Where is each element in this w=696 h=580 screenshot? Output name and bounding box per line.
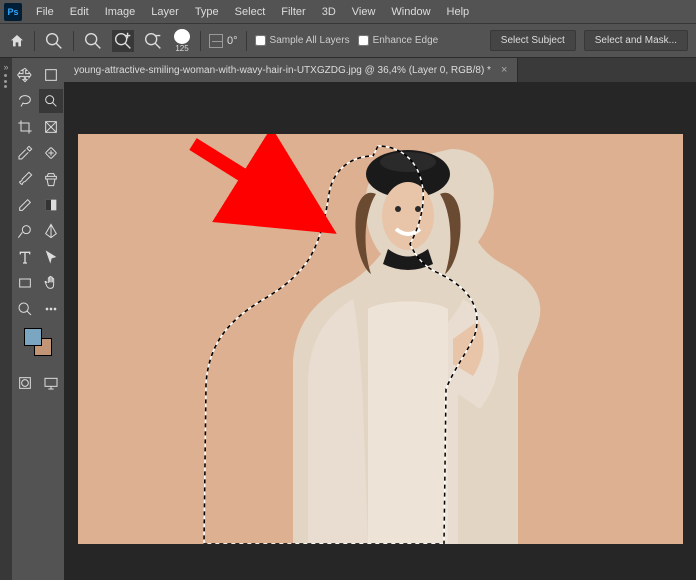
sample-all-layers-checkbox[interactable]: Sample All Layers: [255, 35, 350, 46]
sample-all-layers-label: Sample All Layers: [270, 35, 350, 46]
brush-circle-icon: [174, 29, 190, 44]
menu-edit[interactable]: Edit: [62, 6, 97, 18]
move-tool[interactable]: [13, 63, 37, 87]
document-tab-bar: young-attractive-smiling-woman-with-wavy…: [64, 58, 696, 82]
dodge-tool[interactable]: [13, 219, 37, 243]
eyedropper-tool[interactable]: [13, 141, 37, 165]
subtract-selection-icon[interactable]: [142, 30, 164, 52]
menu-filter[interactable]: Filter: [273, 6, 313, 18]
new-selection-icon[interactable]: [82, 30, 104, 52]
menu-image[interactable]: Image: [97, 6, 144, 18]
divider: [34, 31, 35, 51]
selection-marquee-alt: [78, 134, 683, 544]
panel-collapse-strip[interactable]: »: [0, 58, 12, 580]
clone-stamp-tool[interactable]: [39, 167, 63, 191]
divider: [73, 31, 74, 51]
rectangle-tool[interactable]: [13, 271, 37, 295]
pen-tool[interactable]: [39, 219, 63, 243]
hand-tool[interactable]: [39, 271, 63, 295]
menu-view[interactable]: View: [344, 6, 384, 18]
menu-3d[interactable]: 3D: [314, 6, 344, 18]
menu-layer[interactable]: Layer: [143, 6, 187, 18]
tools-panel: [12, 58, 64, 580]
brush-angle[interactable]: 0°: [209, 34, 238, 48]
home-icon[interactable]: [8, 32, 26, 50]
quick-selection-tool-icon[interactable]: [43, 30, 65, 52]
edit-toolbar[interactable]: [39, 297, 63, 321]
options-bar: 125 0° Sample All Layers Enhance Edge Se…: [0, 24, 696, 58]
add-selection-icon[interactable]: [112, 30, 134, 52]
divider: [200, 31, 201, 51]
enhance-edge-label: Enhance Edge: [373, 35, 439, 46]
divider: [246, 31, 247, 51]
menu-bar: Ps File Edit Image Layer Type Select Fil…: [0, 0, 696, 24]
menu-window[interactable]: Window: [383, 6, 438, 18]
lasso-tool[interactable]: [13, 89, 37, 113]
angle-icon: [209, 34, 223, 48]
menu-select[interactable]: Select: [227, 6, 274, 18]
sample-all-layers-input[interactable]: [255, 35, 266, 46]
enhance-edge-checkbox[interactable]: Enhance Edge: [358, 35, 439, 46]
menu-type[interactable]: Type: [187, 6, 227, 18]
flyout-dots-icon[interactable]: [4, 74, 8, 88]
angle-value: 0°: [227, 35, 238, 47]
menu-help[interactable]: Help: [439, 6, 478, 18]
foreground-color-swatch[interactable]: [24, 328, 42, 346]
annotation-arrow: [183, 134, 338, 249]
menu-file[interactable]: File: [28, 6, 62, 18]
zoom-tool[interactable]: [13, 297, 37, 321]
crop-tool[interactable]: [13, 115, 37, 139]
type-tool[interactable]: [13, 245, 37, 269]
quick-mask-tool[interactable]: [13, 371, 37, 395]
document-tab-label: young-attractive-smiling-woman-with-wavy…: [74, 65, 491, 76]
document-tab[interactable]: young-attractive-smiling-woman-with-wavy…: [64, 58, 518, 82]
select-subject-button[interactable]: Select Subject: [490, 30, 576, 51]
gradient-tool[interactable]: [39, 193, 63, 217]
brush-tool[interactable]: [13, 167, 37, 191]
screen-mode-tool[interactable]: [39, 371, 63, 395]
document-canvas[interactable]: [78, 134, 683, 544]
enhance-edge-input[interactable]: [358, 35, 369, 46]
photoshop-logo-icon: Ps: [4, 3, 22, 21]
artboard-tool[interactable]: [39, 63, 63, 87]
workspace: »: [0, 58, 696, 580]
collapse-chevron-icon[interactable]: »: [3, 62, 8, 72]
frame-tool[interactable]: [39, 115, 63, 139]
healing-brush-tool[interactable]: [39, 141, 63, 165]
path-selection-tool[interactable]: [39, 245, 63, 269]
close-tab-icon[interactable]: ×: [501, 64, 507, 76]
eraser-tool[interactable]: [13, 193, 37, 217]
brush-preview[interactable]: 125: [172, 29, 192, 53]
select-and-mask-button[interactable]: Select and Mask...: [584, 30, 688, 51]
quick-selection-tool[interactable]: [39, 89, 63, 113]
canvas-area: young-attractive-smiling-woman-with-wavy…: [64, 58, 696, 580]
brush-size-value: 125: [175, 44, 188, 53]
color-swatch[interactable]: [24, 328, 52, 356]
